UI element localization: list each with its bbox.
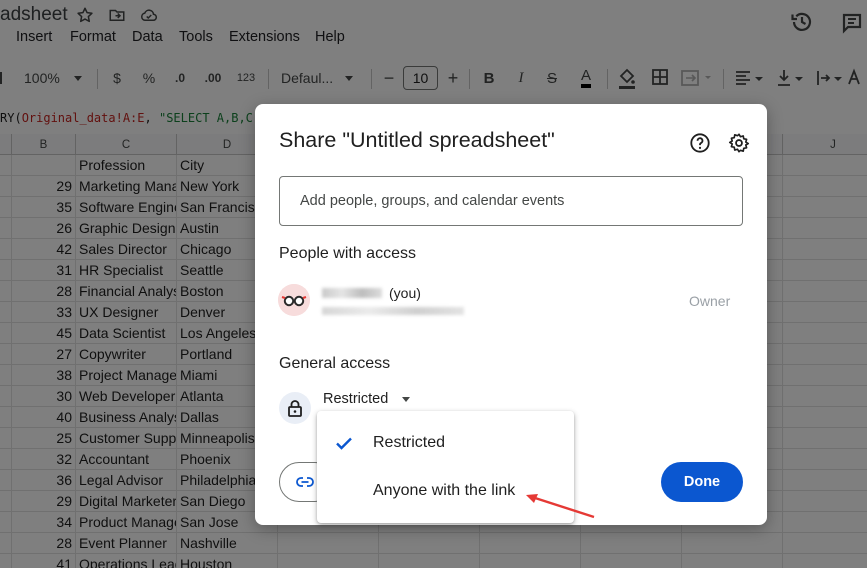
dropdown-caret-icon [402,396,411,402]
option-label: Restricted [373,434,446,451]
annotation-arrow-icon [526,494,595,519]
option-label: Anyone with the link [373,482,516,499]
general-access-value: Restricted [323,391,389,407]
person-name-redacted [322,288,382,298]
lock-icon [288,400,302,417]
add-people-input[interactable]: Add people, groups, and calendar events [279,176,743,226]
general-access-heading: General access [279,355,391,372]
help-icon[interactable] [689,132,711,154]
option-restricted[interactable]: Restricted [317,419,574,467]
done-button[interactable]: Done [661,462,743,502]
lock-badge [279,392,311,424]
link-icon [296,477,314,487]
gear-icon[interactable] [728,132,750,154]
check-icon [336,437,352,450]
person-you-label: (you) [389,285,421,301]
avatar [278,284,310,316]
person-email-redacted [322,307,464,315]
owner-role: Owner [689,293,731,309]
avatar-glasses-icon [278,284,310,316]
people-with-access-heading: People with access [279,245,416,262]
dialog-title: Share "Untitled spreadsheet" [279,128,555,152]
sheets-window: adsheet Insert Format Data Tools Extensi… [0,0,867,568]
general-access-select[interactable]: Restricted [323,389,411,409]
